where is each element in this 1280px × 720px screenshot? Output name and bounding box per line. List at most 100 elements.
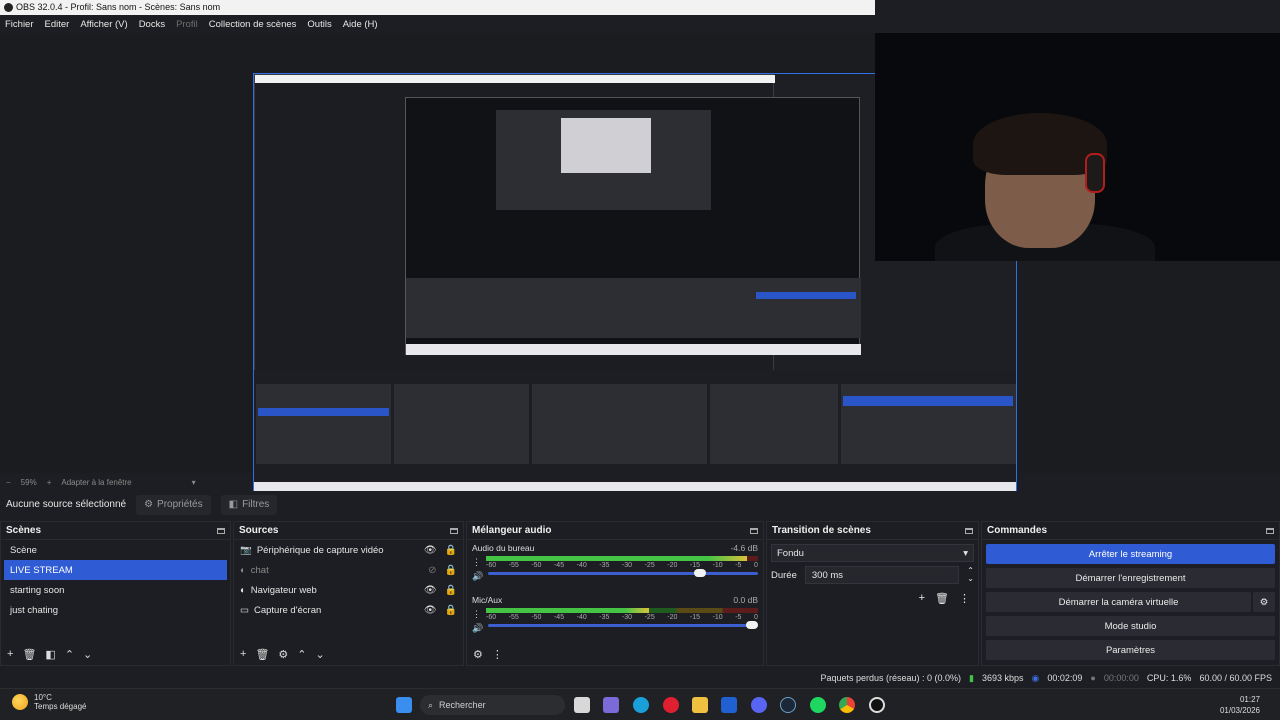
menu-fichier[interactable]: Fichier: [5, 19, 34, 30]
add-icon[interactable]: +: [240, 648, 246, 660]
menu-dots-icon[interactable]: ⋮: [492, 648, 503, 661]
mixer-header: Mélangeur audio: [467, 522, 763, 540]
search-box[interactable]: ⌕ Rechercher: [420, 695, 565, 715]
filters-label: Filtres: [242, 499, 270, 510]
speaker-icon[interactable]: 🔊: [472, 569, 483, 583]
menu-outils[interactable]: Outils: [307, 19, 331, 30]
start-recording-button[interactable]: Démarrer l'enregistrement: [986, 568, 1275, 588]
menu-aide[interactable]: Aide (H): [343, 19, 378, 30]
scene-item-selected[interactable]: LIVE STREAM: [4, 560, 227, 580]
store-icon[interactable]: [721, 697, 737, 713]
scene-item[interactable]: just chating: [4, 600, 227, 620]
scene-item[interactable]: Scène: [4, 540, 227, 560]
weather-widget[interactable]: 10°C Temps dégagé: [12, 693, 86, 711]
eye-icon[interactable]: 👁: [424, 545, 437, 556]
discord-icon[interactable]: [751, 697, 767, 713]
properties-button[interactable]: ⚙ Propriétés: [136, 494, 211, 515]
steam-icon[interactable]: [780, 697, 796, 713]
zoom-fit-select[interactable]: Adapter à la fenêtre: [61, 478, 131, 487]
windows-start-icon[interactable]: [396, 697, 412, 713]
undock-icon[interactable]: [1266, 527, 1274, 534]
menu-dots-icon[interactable]: ⋮: [472, 555, 483, 569]
chrome-icon[interactable]: [839, 697, 855, 713]
folder-icon[interactable]: [692, 697, 708, 713]
sources-dock: Sources 📷 Périphérique de capture vidéo …: [233, 521, 464, 666]
virtual-camera-button[interactable]: Démarrer la caméra virtuelle: [986, 592, 1251, 612]
undock-icon[interactable]: [450, 527, 458, 534]
menu-docks[interactable]: Docks: [139, 19, 165, 30]
volume-knob[interactable]: [746, 621, 758, 629]
preview-area[interactable]: [0, 33, 1280, 503]
lock-icon[interactable]: 🔒: [445, 585, 457, 596]
source-item[interactable]: ◐ Navigateur web 👁 🔒: [234, 580, 463, 600]
trash-icon[interactable]: 🗑: [935, 592, 949, 605]
duration-field[interactable]: 300 ms: [804, 566, 960, 584]
teams-icon[interactable]: [603, 697, 619, 713]
sources-title: Sources: [239, 525, 279, 536]
move-down-icon[interactable]: ⌄: [83, 648, 92, 661]
filters-button[interactable]: ◧ Filtres: [220, 494, 278, 515]
chevron-down-icon: ▾: [963, 547, 968, 559]
nested-docks: [406, 278, 861, 338]
meter-ticks: -60 -55 -50 -45 -40 -35 -30 -25 -20 -15 -10 -5 0: [486, 562, 758, 569]
move-down-icon[interactable]: ⌄: [316, 648, 325, 661]
transition-select[interactable]: Fondu ▾: [771, 544, 974, 562]
spotify-icon[interactable]: [810, 697, 826, 713]
move-up-icon[interactable]: ⌃: [65, 648, 74, 661]
volume-slider[interactable]: [488, 569, 758, 577]
sun-icon: [12, 694, 28, 710]
undock-icon[interactable]: [217, 527, 225, 534]
undock-icon[interactable]: [965, 527, 973, 534]
menu-dots-icon[interactable]: ⋮: [472, 607, 483, 621]
menu-afficher[interactable]: Afficher (V): [80, 19, 127, 30]
tick-label: -40: [576, 562, 587, 569]
gear-icon[interactable]: ⚙: [473, 648, 483, 661]
spin-icon[interactable]: ⌃ ⌄: [967, 567, 974, 583]
meter-level: [486, 608, 650, 613]
menu-profil[interactable]: Profil: [176, 19, 198, 30]
source-item[interactable]: ◐ chat ⊘ 🔒: [234, 560, 463, 580]
virtual-camera-settings-icon[interactable]: ⚙: [1253, 592, 1275, 612]
volume-slider[interactable]: [488, 621, 758, 629]
trash-icon[interactable]: 🗑: [22, 648, 36, 661]
studio-mode-button[interactable]: Mode studio: [986, 616, 1275, 636]
stop-streaming-button[interactable]: Arrêter le streaming: [986, 544, 1275, 564]
gear-icon[interactable]: ⚙: [278, 648, 288, 661]
eye-icon[interactable]: 👁: [424, 605, 437, 616]
source-item[interactable]: ▭ Capture d'écran 👁 🔒: [234, 600, 463, 620]
window-title: OBS 32.0.4 - Profil: Sans nom - Scènes: …: [16, 2, 221, 12]
undock-icon[interactable]: [750, 527, 758, 534]
chevron-down-icon[interactable]: ▾: [192, 478, 196, 487]
menu-collection[interactable]: Collection de scènes: [209, 19, 297, 30]
speaker-icon[interactable]: 🔊: [472, 621, 483, 635]
trash-icon[interactable]: 🗑: [255, 648, 269, 661]
zoom-in-button[interactable]: +: [47, 478, 52, 487]
obs-icon[interactable]: [869, 697, 885, 713]
transitions-title: Transition de scènes: [772, 525, 871, 536]
scene-item[interactable]: starting soon: [4, 580, 227, 600]
menu-dots-icon[interactable]: ⋮: [959, 592, 970, 605]
lock-icon[interactable]: 🔒: [445, 545, 457, 556]
lock-icon[interactable]: 🔒: [445, 605, 457, 616]
add-icon[interactable]: +: [7, 648, 13, 660]
eye-icon[interactable]: 👁: [424, 585, 437, 596]
add-icon[interactable]: +: [919, 592, 925, 605]
tick-label: -20: [667, 614, 678, 621]
eye-hidden-icon[interactable]: ⊘: [428, 565, 436, 576]
move-up-icon[interactable]: ⌃: [297, 648, 306, 661]
settings-button[interactable]: Paramètres: [986, 640, 1275, 660]
menu-editer[interactable]: Editer: [45, 19, 70, 30]
edge-icon[interactable]: [633, 697, 649, 713]
source-item[interactable]: 📷 Périphérique de capture vidéo 👁 🔒: [234, 540, 463, 560]
filter-icon[interactable]: ◧: [45, 648, 55, 661]
zoom-out-button[interactable]: −: [6, 478, 11, 487]
opera-icon[interactable]: [663, 697, 679, 713]
mixer-title: Mélangeur audio: [472, 525, 552, 536]
volume-knob[interactable]: [694, 569, 707, 577]
system-tray[interactable]: 01:27 01/03/2026: [1220, 694, 1260, 716]
task-view-icon[interactable]: [574, 697, 590, 713]
search-icon: ⌕: [428, 699, 434, 710]
nested-stream-btn: [756, 292, 856, 299]
lock-icon[interactable]: 🔒: [445, 565, 457, 576]
audio-meter: [486, 608, 758, 613]
